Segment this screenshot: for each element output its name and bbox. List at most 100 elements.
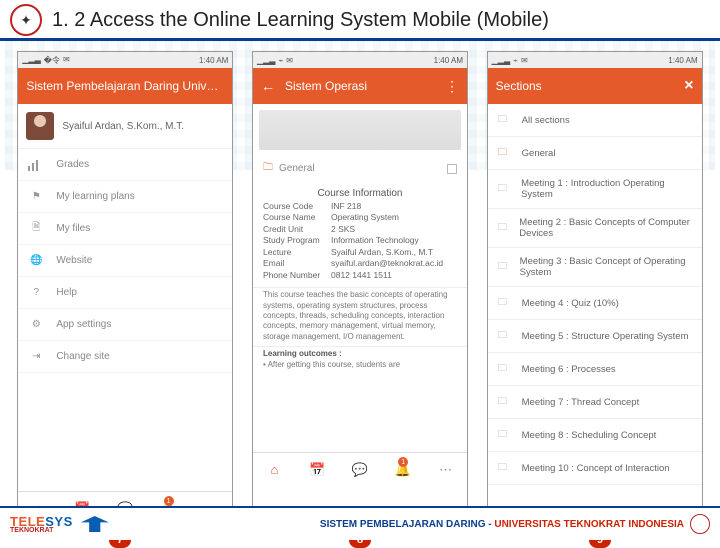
folder-icon: 🗀	[498, 145, 512, 161]
globe-icon: 🌐	[28, 255, 44, 266]
section-meeting-3[interactable]: 🗀Meeting 3 : Basic Concept of Operating …	[488, 248, 702, 287]
course-body: 🗀 General Course Information Course Code…	[253, 104, 467, 452]
section-label: Meeting 7 : Thread Concept	[522, 397, 640, 408]
course-hero-image	[259, 110, 461, 150]
menu-change-site[interactable]: ⇥ Change site	[18, 341, 232, 373]
question-icon: ?	[28, 287, 44, 298]
signal-icon: ▁▂▃	[492, 56, 510, 65]
folder-icon: 🗀	[498, 220, 510, 236]
info-val: Information Technology	[331, 235, 457, 246]
clock-text: 1:40 AM	[199, 56, 228, 65]
section-general[interactable]: 🗀 General	[488, 137, 702, 170]
info-val: syaiful.ardan@teknokrat.ac.id	[331, 258, 457, 269]
badge: 1	[164, 496, 174, 506]
info-val: INF 218	[331, 201, 457, 212]
footer-text-1: SISTEM PEMBELAJARAN DARING -	[320, 519, 494, 530]
menu-learning-plans[interactable]: ⚑ My learning plans	[18, 181, 232, 213]
slide-footer: TELESYS TEKNOKRAT SISTEM PEMBELAJARAN DA…	[0, 506, 720, 540]
nav-more[interactable]: ⋯	[424, 453, 467, 486]
menu-label: Grades	[56, 159, 89, 170]
gear-icon: ⚙	[28, 319, 44, 330]
signal-icon: ▁▂▃	[22, 55, 40, 66]
info-val: Operating System	[331, 212, 457, 223]
graduation-cap-icon	[81, 516, 109, 532]
section-label: Meeting 8 : Scheduling Concept	[522, 430, 657, 441]
section-meeting-4[interactable]: 🗀Meeting 4 : Quiz (10%)	[488, 287, 702, 320]
profile-name: Syaiful Ardan, S.Kom., M.T.	[62, 121, 184, 132]
info-key: Course Code	[263, 201, 331, 212]
nav-chat[interactable]: 💬	[339, 453, 382, 486]
section-label: Meeting 5 : Structure Operating System	[522, 331, 689, 342]
learning-outcomes: Learning outcomes : • After getting this…	[253, 346, 467, 372]
signal-icon: ▁▂▃	[257, 56, 275, 65]
menu-website[interactable]: 🌐 Website	[18, 245, 232, 277]
back-icon[interactable]: ←	[261, 78, 275, 94]
app-bar: Sistem Pembelajaran Daring Universitas .…	[18, 68, 232, 104]
section-meeting-10[interactable]: 🗀 Meeting 10 : Concept of Interaction	[488, 452, 702, 485]
info-key: Phone Number	[263, 270, 331, 281]
section-all[interactable]: 🗀All sections	[488, 104, 702, 137]
university-seal-icon: ✦	[10, 4, 42, 36]
menu-label: My files	[56, 223, 90, 234]
phone-9: ▁▂▃ ⌁ ✉ 1:40 AM Sections × 🗀All sections…	[487, 51, 703, 526]
file-icon: 🗎	[28, 220, 44, 237]
nav-calendar[interactable]: 📅	[296, 453, 339, 486]
msg-icon: ✉	[521, 56, 528, 65]
menu-grades[interactable]: Grades	[18, 149, 232, 181]
slide-header: ✦ 1. 2 Access the Online Learning System…	[0, 0, 720, 41]
info-key: Credit Unit	[263, 224, 331, 235]
section-label: All sections	[522, 115, 570, 126]
menu-label: App settings	[56, 319, 111, 330]
section-meeting-2[interactable]: 🗀 Meeting 2 : Basic Concepts of Computer …	[488, 209, 702, 248]
info-val: 2 SKS	[331, 224, 457, 235]
close-icon[interactable]: ×	[684, 77, 693, 95]
course-description: This course teaches the basic concepts o…	[253, 287, 467, 344]
section-label: Meeting 1 : Introduction Operating Syste…	[521, 178, 692, 200]
slide-title: 1. 2 Access the Online Learning System M…	[52, 9, 549, 32]
folder-icon: 🗀	[498, 328, 512, 344]
menu-label: Help	[56, 287, 77, 298]
folder-icon: 🗀	[498, 394, 512, 410]
checkbox[interactable]	[447, 164, 457, 174]
app-bar-title: Sistem Operasi	[285, 79, 445, 93]
folder-general[interactable]: 🗀 General	[253, 156, 467, 181]
outcome-title: Learning outcomes :	[263, 349, 457, 359]
menu-my-files[interactable]: 🗎 My files	[18, 213, 232, 245]
status-bar: ▁▂▃ �令 ✉ 1:40 AM	[18, 52, 232, 68]
app-bar: Sections ×	[488, 68, 702, 104]
clock-text: 1:40 AM	[434, 56, 463, 65]
menu-label: Change site	[56, 351, 109, 362]
phone-7: ▁▂▃ �令 ✉ 1:40 AM Sistem Pembelajaran Dar…	[17, 51, 233, 526]
info-key: Course Name	[263, 212, 331, 223]
section-label: General	[522, 148, 556, 159]
footer-brand: TELESYS TEKNOKRAT	[10, 514, 109, 534]
section-meeting-1[interactable]: 🗀Meeting 1 : Introduction Operating Syst…	[488, 170, 702, 209]
sections-list: 🗀All sections 🗀General 🗀Meeting 1 : Intr…	[488, 104, 702, 485]
msg-icon: ✉	[63, 55, 70, 66]
bars-icon	[28, 159, 44, 171]
wifi-icon: ⌁	[278, 56, 283, 65]
app-bar-title: Sistem Pembelajaran Daring Universitas .…	[26, 79, 224, 93]
clock-text: 1:40 AM	[668, 56, 697, 65]
section-meeting-5[interactable]: 🗀 Meeting 5 : Structure Operating System	[488, 320, 702, 353]
menu-help[interactable]: ? Help	[18, 277, 232, 309]
section-meeting-7[interactable]: 🗀 Meeting 7 : Thread Concept	[488, 386, 702, 419]
nav-home[interactable]: ⌂	[253, 453, 296, 486]
phone-8: ▁▂▃ ⌁ ✉ 1:40 AM ← Sistem Operasi ⋮ 🗀 Gen…	[252, 51, 468, 526]
folder-icon: 🗀	[263, 160, 273, 177]
course-info-title: Course Information	[263, 188, 457, 199]
kebab-icon[interactable]: ⋮	[445, 78, 459, 95]
profile-row[interactable]: Syaiful Ardan, S.Kom., M.T.	[18, 104, 232, 149]
section-meeting-6[interactable]: 🗀Meeting 6 : Processes	[488, 353, 702, 386]
folder-icon: 🗀	[498, 295, 512, 311]
section-meeting-8[interactable]: 🗀Meeting 8 : Scheduling Concept	[488, 419, 702, 452]
exit-icon: ⇥	[28, 351, 44, 362]
nav-bell[interactable]: 🔔1	[381, 453, 424, 486]
section-label: Meeting 2 : Basic Concepts of Computer D…	[519, 217, 691, 239]
section-label: Meeting 10 : Concept of Interaction	[522, 463, 670, 474]
menu-app-settings[interactable]: ⚙ App settings	[18, 309, 232, 341]
screens-row: ▁▂▃ �令 ✉ 1:40 AM Sistem Pembelajaran Dar…	[0, 41, 720, 526]
wifi-icon: ⌁	[513, 56, 518, 65]
folder-icon: 🗀	[498, 460, 512, 476]
folder-icon: 🗀	[498, 361, 512, 377]
